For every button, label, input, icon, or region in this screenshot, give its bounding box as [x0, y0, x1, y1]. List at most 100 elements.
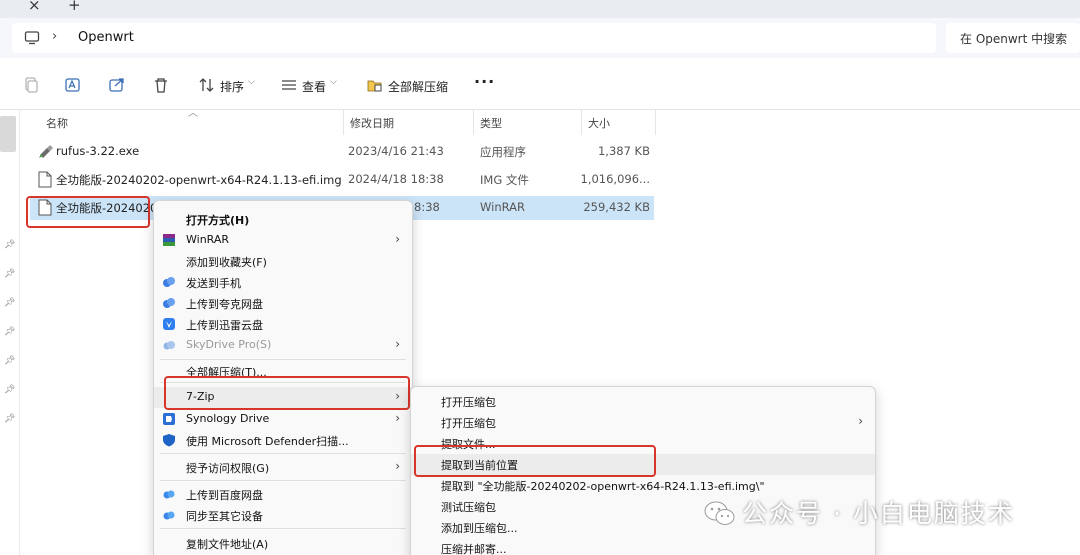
menu-label: 打开方式(H)	[186, 214, 250, 227]
menu-label: 使用 Microsoft Defender扫描...	[186, 435, 349, 448]
column-size-label: 大小	[588, 117, 610, 130]
menu-item-send-to-phone[interactable]: 发送到手机	[154, 272, 412, 293]
file-name: 全功能版-20240202-openwrt-x64-R24.1.13-efi.i…	[56, 173, 342, 187]
skydrive-cloud-icon	[163, 341, 175, 350]
column-header-size[interactable]: 大小	[582, 110, 656, 135]
file-type: 应用程序	[480, 145, 526, 159]
file-row[interactable]: rufus-3.22.exe 2023/4/16 21:43 应用程序 1,38…	[30, 140, 654, 164]
column-header-type[interactable]: 类型	[474, 110, 582, 135]
menu-label: 提取到 "全功能版-20240202-openwrt-x64-R24.1.13-…	[441, 480, 765, 493]
menu-item-upload-quark[interactable]: 上传到夸克网盘	[154, 293, 412, 314]
menu-separator	[160, 480, 406, 481]
search-placeholder: 在 Openwrt 中搜索	[960, 32, 1068, 46]
file-modified: 8:38	[414, 200, 440, 214]
menu-item-open-with[interactable]: 打开方式(H)	[154, 209, 412, 230]
chevron-right-icon: ›	[395, 337, 400, 351]
submenu-item-extract-to-folder[interactable]: 提取到 "全功能版-20240202-openwrt-x64-R24.1.13-…	[411, 475, 875, 496]
pin-icon[interactable]: 📌︎	[4, 414, 15, 424]
pin-icon[interactable]: 📌︎	[4, 356, 15, 366]
defender-shield-icon	[163, 434, 175, 447]
menu-label: Synology Drive	[186, 412, 270, 425]
rename-icon[interactable]	[64, 76, 82, 94]
delete-icon[interactable]	[152, 76, 170, 94]
menu-label: 同步至其它设备	[186, 510, 263, 523]
baidu-cloud-icon	[163, 490, 175, 499]
search-input[interactable]: 在 Openwrt 中搜索	[946, 23, 1080, 53]
extract-all-icon[interactable]	[366, 76, 384, 94]
menu-label: 压缩并邮寄...	[441, 543, 507, 555]
pin-icon[interactable]: 📌︎	[4, 240, 15, 250]
menu-item-skydrive-pro[interactable]: SkyDrive Pro(S) ›	[154, 335, 412, 356]
file-type: IMG 文件	[480, 173, 529, 187]
menu-label: 上传到夸克网盘	[186, 298, 263, 311]
quark-cloud-icon	[163, 298, 175, 308]
menu-label: 测试压缩包	[441, 501, 496, 514]
menu-label: 授予访问权限(G)	[186, 462, 270, 475]
file-row[interactable]: 全功能版-20240202-openwrt-x64-R24.1.13-efi.i…	[30, 168, 654, 192]
usb-drive-exe-icon	[39, 145, 53, 158]
menu-item-copy-path[interactable]: 复制文件地址(A)	[154, 533, 412, 554]
highlight-box-extract-here	[414, 445, 656, 477]
menu-separator	[160, 528, 406, 529]
submenu-item-open-archive-more[interactable]: 打开压缩包 ›	[411, 412, 875, 433]
pin-icon[interactable]: 📌︎	[4, 385, 15, 395]
new-tab-icon[interactable]: +	[68, 0, 81, 14]
menu-item-upload-xunlei[interactable]: 上传到迅雷云盘	[154, 314, 412, 335]
view-icon[interactable]	[280, 76, 298, 94]
menu-separator	[160, 359, 406, 360]
view-button[interactable]: 查看	[302, 78, 326, 95]
menu-item-winrar[interactable]: WinRAR ›	[154, 230, 412, 251]
view-chevron-down-icon[interactable]: ⌵	[330, 77, 337, 87]
xunlei-icon	[163, 318, 175, 330]
file-type: WinRAR	[480, 200, 525, 214]
submenu-item-open-archive[interactable]: 打开压缩包	[411, 391, 875, 412]
sort-icon[interactable]	[198, 76, 216, 94]
file-size: 1,387 KB	[597, 144, 650, 158]
menu-item-add-favorites[interactable]: 添加到收藏夹(F)	[154, 251, 412, 272]
more-options-button[interactable]: ···	[474, 72, 495, 91]
menu-label: 复制文件地址(A)	[186, 538, 269, 551]
tab-close-icon[interactable]: ×	[28, 0, 41, 14]
column-header-name[interactable]: 名称	[40, 110, 344, 135]
menu-label: 上传到迅雷云盘	[186, 319, 263, 332]
nav-scrollbar[interactable]	[0, 116, 16, 152]
file-size: 259,432 KB	[583, 200, 650, 214]
sync-cloud-icon	[163, 511, 175, 520]
sort-button[interactable]: 排序	[220, 78, 244, 95]
file-name: rufus-3.22.exe	[56, 144, 140, 158]
sort-chevron-down-icon[interactable]: ⌵	[248, 77, 255, 87]
menu-item-grant-access[interactable]: 授予访问权限(G) ›	[154, 457, 412, 478]
menu-label: WinRAR	[186, 233, 230, 246]
winrar-icon	[163, 234, 175, 246]
file-modified: 2023/4/16 21:43	[348, 144, 444, 158]
menu-label: 上传到百度网盘	[186, 489, 263, 502]
watermark-text: 公众号 · 小白电脑技术	[742, 499, 1015, 528]
menu-item-synology-drive[interactable]: Synology Drive ›	[154, 409, 412, 430]
tab-bar: × +	[0, 0, 1080, 18]
highlight-box-file	[26, 196, 150, 228]
column-type-label: 类型	[480, 117, 502, 130]
address-bar: › Openwrt 在 Openwrt 中搜索	[0, 18, 1080, 58]
share-icon[interactable]	[108, 76, 126, 94]
chevron-right-icon: ›	[395, 411, 400, 425]
menu-item-defender-scan[interactable]: 使用 Microsoft Defender扫描...	[154, 430, 412, 451]
menu-label: 打开压缩包	[441, 417, 496, 430]
menu-item-sync-devices[interactable]: 同步至其它设备	[154, 505, 412, 526]
this-pc-icon	[24, 31, 40, 45]
document-icon	[38, 171, 52, 188]
cloud-phone-icon	[163, 277, 175, 287]
menu-item-upload-baidu[interactable]: 上传到百度网盘	[154, 484, 412, 505]
pin-icon[interactable]: 📌︎	[4, 327, 15, 337]
breadcrumb-openwrt[interactable]: Openwrt	[78, 30, 134, 45]
breadcrumb-chevron-icon[interactable]: ›	[52, 29, 57, 44]
copy-icon[interactable]	[22, 76, 40, 94]
column-header-modified[interactable]: 修改日期	[344, 110, 474, 135]
wechat-logo-icon	[704, 501, 735, 525]
address-box[interactable]: › Openwrt	[12, 23, 936, 53]
pin-icon[interactable]: 📌︎	[4, 269, 15, 279]
submenu-item-compress-email[interactable]: 压缩并邮寄...	[411, 538, 875, 555]
menu-label: 打开压缩包	[441, 396, 496, 409]
highlight-box-7zip	[164, 376, 410, 410]
extract-all-button[interactable]: 全部解压缩	[388, 78, 448, 95]
pin-icon[interactable]: 📌︎	[4, 298, 15, 308]
